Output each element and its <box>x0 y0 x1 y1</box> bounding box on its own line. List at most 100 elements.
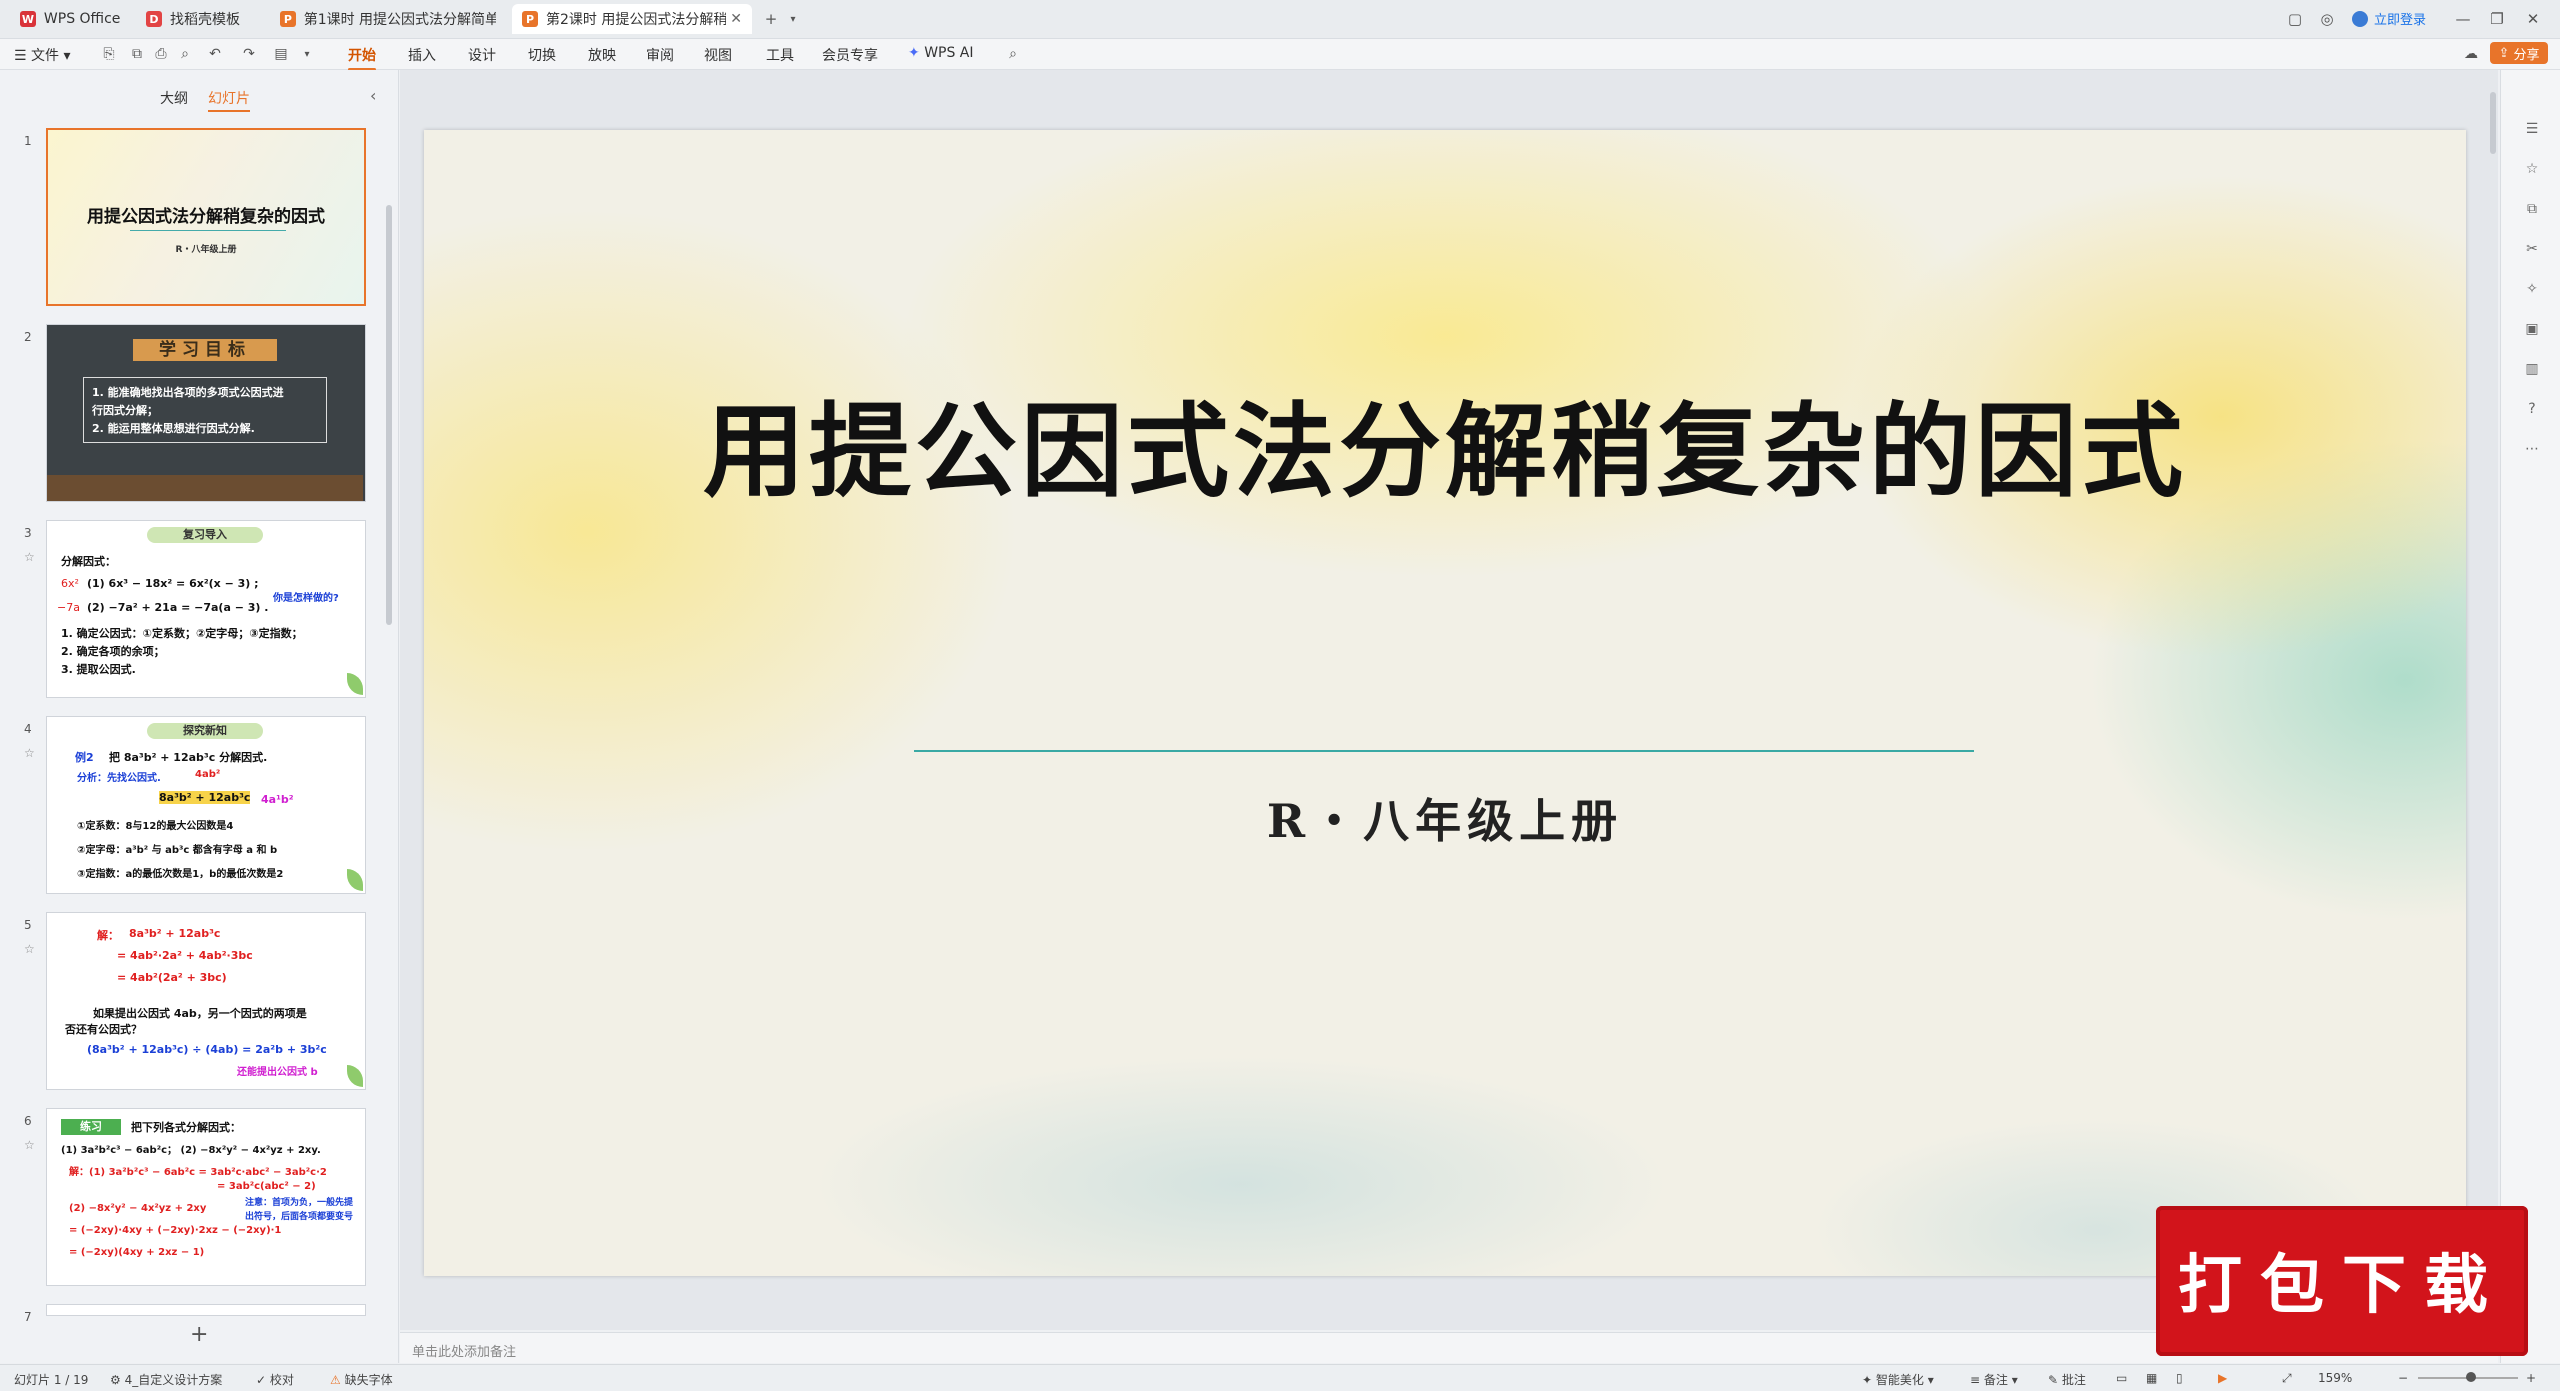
new-tab-button[interactable]: + <box>760 8 782 30</box>
menu-member[interactable]: 会员专享 <box>822 45 878 65</box>
slide-thumbnail-1[interactable]: 用提公因式法分解稍复杂的因式 R・八年级上册 <box>46 128 366 306</box>
slide-number: 5 <box>24 918 32 932</box>
slide-title[interactable]: 用提公因式法分解稍复杂的因式 <box>424 370 2466 517</box>
zoom-level[interactable]: 159% <box>2318 1371 2352 1385</box>
slide-subtitle[interactable]: R・八年级上册 <box>424 785 2466 851</box>
thumb-text: 1. 确定公因式：①定系数；②定字母；③定指数； <box>61 627 303 640</box>
slide-number: 4 <box>24 722 32 736</box>
save-icon[interactable]: ⎘ <box>100 45 118 63</box>
presentation-icon: P <box>522 11 538 27</box>
comments-toggle[interactable]: ✎ 批注 <box>2048 1371 2086 1388</box>
slide-thumbnail-5[interactable]: 解： 8a³b² + 12ab³c = 4ab²·2a² + 4ab²·3bc … <box>46 912 366 1090</box>
cloud-sync-icon[interactable]: ☁ <box>2462 45 2480 63</box>
zoom-slider-handle[interactable] <box>2466 1372 2476 1382</box>
notes-toggle-label: 备注 <box>1983 1373 2008 1387</box>
tab-lesson-1[interactable]: P 第1课时 用提公因式法分解简单的因式 <box>270 4 506 34</box>
current-slide[interactable]: 用提公因式法分解稍复杂的因式 R・八年级上册 <box>424 130 2466 1276</box>
close-tab-icon[interactable]: ✕ <box>730 11 742 27</box>
menu-review[interactable]: 审阅 <box>646 45 674 65</box>
zoom-out-icon[interactable]: − <box>2398 1371 2408 1385</box>
star-icon[interactable]: ☆ <box>2523 160 2541 178</box>
thumb-text: 例2 <box>75 751 94 764</box>
library-icon[interactable]: ▥ <box>2523 360 2541 378</box>
format-painter-icon[interactable]: ▤ <box>272 45 290 63</box>
tab-label: 第1课时 用提公因式法分解简单的因式 <box>303 12 496 28</box>
help-icon[interactable]: ? <box>2523 400 2541 418</box>
print-preview-icon[interactable]: ⌕ <box>176 45 194 63</box>
slide-thumbnail-7[interactable] <box>46 1304 366 1316</box>
print-icon[interactable]: ⎙ <box>152 45 170 63</box>
slide-thumbnail-2[interactable]: 学习目标 1. 能准确地找出各项的多项式公因式进 行因式分解； 2. 能运用整体… <box>46 324 366 502</box>
menu-slideshow[interactable]: 放映 <box>588 45 616 65</box>
objective-line: 2. 能运用整体思想进行因式分解. <box>92 422 255 435</box>
play-slideshow-icon[interactable]: ▶ <box>2218 1371 2227 1385</box>
tab-list-chevron-icon[interactable]: ▾ <box>782 8 804 30</box>
shape-icon[interactable]: ✧ <box>2523 280 2541 298</box>
theme-name[interactable]: ⚙ 4_自定义设计方案 <box>110 1371 222 1388</box>
restore-icon[interactable]: ❐ <box>2486 8 2508 30</box>
normal-view-icon[interactable]: ▭ <box>2116 1371 2127 1385</box>
slide-thumbnail-4[interactable]: 探究新知 例2 把 8a³b² + 12ab³c 分解因式. 分析：先找公因式.… <box>46 716 366 894</box>
thumb-text: 8a³b² + 12ab³c <box>159 791 251 804</box>
smart-beautify-button[interactable]: ✦ 智能美化 ▾ <box>1862 1371 1934 1388</box>
comments-label: 批注 <box>2061 1373 2086 1387</box>
menu-insert[interactable]: 插入 <box>408 45 436 65</box>
minimize-icon[interactable]: — <box>2452 8 2474 30</box>
fit-window-icon[interactable]: ⤢ <box>2282 1371 2292 1386</box>
menu-wps-ai[interactable]: ✦ WPS AI <box>908 45 974 61</box>
proofing-button[interactable]: ✓ 校对 <box>256 1371 294 1388</box>
notes-icon: ≡ <box>1970 1373 1981 1387</box>
collapse-panel-icon[interactable]: ‹ <box>370 86 376 105</box>
skin-icon[interactable]: ◎ <box>2316 8 2338 30</box>
tab-outline[interactable]: 大纲 <box>160 88 188 112</box>
window-layout-icon[interactable]: ▢ <box>2284 8 2306 30</box>
thumb-text: (2) −8x²y² − 4x²yz + 2xy <box>69 1203 207 1214</box>
tab-label: 找稻壳模板 <box>170 12 240 28</box>
menu-transitions[interactable]: 切换 <box>528 45 556 65</box>
tab-slides[interactable]: 幻灯片 <box>208 88 250 112</box>
search-icon[interactable]: ⌕ <box>1004 45 1022 63</box>
menu-wps-ai-label: WPS AI <box>924 45 974 61</box>
notes-toggle[interactable]: ≡ 备注 ▾ <box>1970 1371 2018 1388</box>
slide-thumbnail-6[interactable]: 练习 把下列各式分解因式： (1) 3a²b²c³ − 6ab²c； (2) −… <box>46 1108 366 1286</box>
missing-font-button[interactable]: ⚠ 缺失字体 <box>330 1371 393 1388</box>
menu-view[interactable]: 视图 <box>704 45 732 65</box>
image-icon[interactable]: ▣ <box>2523 320 2541 338</box>
thumb-text: (1) 6x³ − 18x² = 6x²(x − 3) ; <box>87 577 259 590</box>
thumb-pill: 复习导入 <box>147 527 263 543</box>
quick-access-chevron-icon[interactable]: ▾ <box>298 45 316 63</box>
smart-beautify-label: 智能美化 <box>1875 1373 1924 1387</box>
canvas-scrollbar[interactable] <box>2490 92 2496 154</box>
tab-docer-templates[interactable]: D 找稻壳模板 <box>136 4 264 34</box>
slide-thumbnail-3[interactable]: 复习导入 分解因式： 6x² (1) 6x³ − 18x² = 6x²(x − … <box>46 520 366 698</box>
login-link[interactable]: 立即登录 <box>2352 9 2426 28</box>
thumb-text: 4ab² <box>195 769 221 780</box>
menu-tools[interactable]: 工具 <box>766 45 794 65</box>
copy-icon[interactable]: ⧉ <box>2523 200 2541 218</box>
tab-wps-office[interactable]: W WPS Office <box>10 4 130 34</box>
more-icon[interactable]: ⋯ <box>2523 440 2541 458</box>
download-stamp[interactable]: 打包下载 <box>2156 1206 2528 1356</box>
close-window-icon[interactable]: ✕ <box>2522 8 2544 30</box>
menu-design[interactable]: 设计 <box>468 45 496 65</box>
redo-icon[interactable]: ↷ <box>240 45 258 63</box>
file-menu[interactable]: ☰ 文件 ▾ <box>14 45 71 65</box>
zoom-in-icon[interactable]: + <box>2526 1371 2536 1385</box>
undo-icon[interactable]: ↶ <box>206 45 224 63</box>
reading-view-icon[interactable]: ▯ <box>2176 1371 2183 1385</box>
tools-icon[interactable]: ✂ <box>2523 240 2541 258</box>
leaf-decoration-icon <box>347 1065 363 1087</box>
add-slide-button[interactable]: + <box>190 1322 208 1347</box>
tab-lesson-2[interactable]: P 第2课时 用提公因式法分解稍复杂的因式 ✕ <box>512 4 752 34</box>
export-pdf-icon[interactable]: ⧉ <box>128 45 146 63</box>
settings-sliders-icon[interactable]: ☰ <box>2523 120 2541 138</box>
slide-sorter-icon[interactable]: ▦ <box>2146 1371 2157 1385</box>
thumb-text: 否还有公因式？ <box>65 1023 142 1036</box>
beautify-icon: ✦ <box>1862 1373 1873 1387</box>
thumb-text: = 3ab²c(abc² − 2) <box>217 1181 316 1192</box>
thumb-text: 6x² <box>61 577 79 590</box>
thumb-text: 分析：先找公因式. <box>77 773 161 784</box>
menu-home[interactable]: 开始 <box>348 45 376 71</box>
share-button[interactable]: ⇪ 分享 <box>2490 42 2548 64</box>
thumbnail-scrollbar[interactable] <box>386 205 392 625</box>
